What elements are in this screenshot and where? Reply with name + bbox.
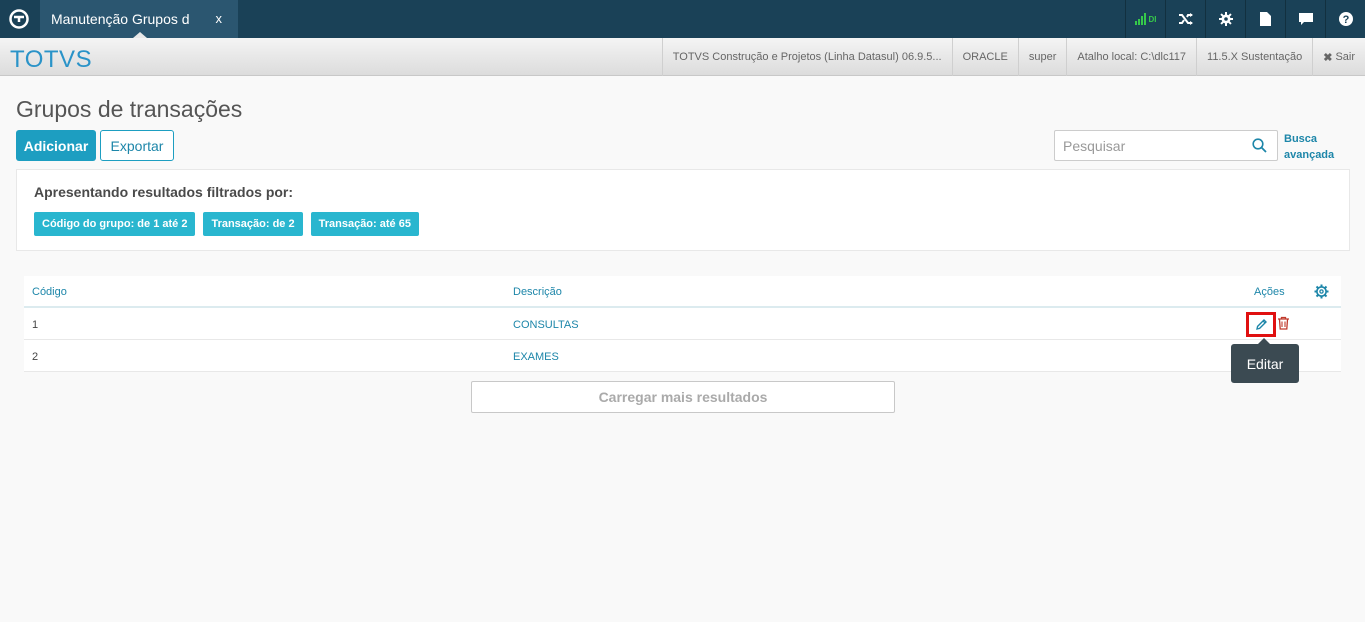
session-info: TOTVS Construção e Projetos (Linha Datas… <box>661 38 1365 76</box>
filter-chip[interactable]: Código do grupo: de 1 até 2 <box>34 212 196 236</box>
add-button[interactable]: Adicionar <box>16 130 96 161</box>
advanced-search-link[interactable]: Busca avançada <box>1284 131 1344 163</box>
cell-description[interactable]: CONSULTAS <box>513 319 579 331</box>
export-button[interactable]: Exportar <box>100 130 174 161</box>
filter-title: Apresentando resultados filtrados por: <box>34 184 294 200</box>
trash-icon[interactable] <box>1277 316 1290 330</box>
advanced-search-line2: avançada <box>1284 149 1335 161</box>
search-icon[interactable] <box>1252 138 1267 153</box>
column-header-code[interactable]: Código <box>32 286 67 298</box>
table-header: Código Descrição Ações <box>24 276 1341 308</box>
edit-button[interactable] <box>1246 312 1276 337</box>
edit-tooltip: Editar <box>1231 344 1299 383</box>
home-button[interactable] <box>0 0 38 38</box>
connection-status[interactable]: DI <box>1125 0 1165 38</box>
product-info[interactable]: TOTVS Construção e Projetos (Linha Datas… <box>661 38 952 76</box>
tab-close-button[interactable]: x <box>216 11 223 26</box>
chat-button[interactable] <box>1285 0 1325 38</box>
top-bar: Manutenção Grupos d x DI ? <box>0 0 1365 38</box>
close-icon: ✖ <box>1323 51 1333 64</box>
database-info: ORACLE <box>951 38 1018 76</box>
cell-code: 2 <box>32 351 39 363</box>
signal-icon <box>1134 13 1146 25</box>
filter-chip[interactable]: Transação: até 65 <box>310 212 419 236</box>
gear-icon <box>1218 12 1233 26</box>
settings-button[interactable] <box>1205 0 1245 38</box>
signal-label: DI <box>1148 14 1157 24</box>
table-row[interactable]: 2 EXAMES <box>24 340 1341 372</box>
svg-text:?: ? <box>1342 14 1349 26</box>
document-icon <box>1260 12 1271 26</box>
search-input[interactable] <box>1055 131 1235 160</box>
column-settings-icon[interactable] <box>1314 284 1329 299</box>
top-icons: DI ? <box>1125 0 1365 38</box>
logout-label: Sair <box>1335 51 1355 63</box>
filter-chips: Código do grupo: de 1 até 2 Transação: d… <box>34 212 419 236</box>
cell-description[interactable]: EXAMES <box>513 351 559 363</box>
table-row[interactable]: 1 CONSULTAS <box>24 308 1341 340</box>
filter-chip[interactable]: Transação: de 2 <box>203 212 303 236</box>
brand-bar: TOTVS TOTVS Construção e Projetos (Linha… <box>0 38 1365 76</box>
help-button[interactable]: ? <box>1325 0 1365 38</box>
brand-logo: TOTVS <box>10 46 93 73</box>
search-box <box>1054 130 1278 161</box>
shuffle-button[interactable] <box>1165 0 1205 38</box>
logout-button[interactable]: ✖ Sair <box>1312 38 1365 76</box>
shortcut-info: Atalho local: C:\dlc117 <box>1066 38 1196 76</box>
chat-icon <box>1298 12 1313 25</box>
document-button[interactable] <box>1245 0 1285 38</box>
tab-label: Manutenção Grupos d <box>51 11 190 27</box>
shuffle-icon <box>1178 13 1193 25</box>
totvs-logo-icon <box>9 9 29 29</box>
results-table: Código Descrição Ações 1 CONSULTAS 2 EXA… <box>24 276 1341 372</box>
column-header-description[interactable]: Descrição <box>513 286 562 298</box>
page-title: Grupos de transações <box>16 96 243 122</box>
pencil-icon <box>1255 319 1267 330</box>
help-icon: ? <box>1338 12 1353 26</box>
user-info[interactable]: super <box>1017 38 1067 76</box>
cell-code: 1 <box>32 319 39 331</box>
filter-summary: Apresentando resultados filtrados por: C… <box>16 169 1350 251</box>
version-info: 11.5.X Sustentação <box>1196 38 1312 76</box>
column-header-actions: Ações <box>1254 286 1285 298</box>
load-more-button[interactable]: Carregar mais resultados <box>471 381 895 413</box>
advanced-search-line1: Busca <box>1284 133 1318 145</box>
